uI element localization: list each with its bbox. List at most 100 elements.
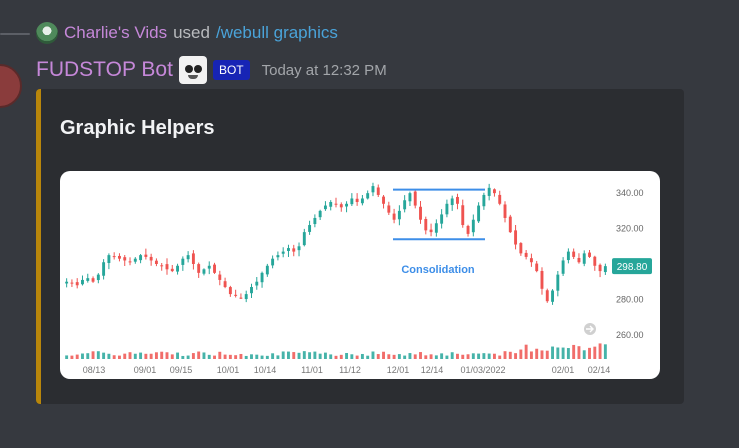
volume-bar (456, 353, 459, 359)
candle-body (582, 253, 586, 264)
candle-body (213, 264, 216, 273)
candle-body (234, 294, 238, 296)
volume-bar (70, 355, 74, 359)
volume-bar (207, 354, 211, 359)
volume-bar (329, 354, 333, 359)
volume-bar (96, 351, 100, 359)
candle-body (403, 200, 407, 210)
candle-body (271, 258, 275, 266)
candle-body (197, 264, 201, 273)
candle-body (434, 223, 438, 233)
candle-body (154, 260, 158, 264)
volume-bar (540, 350, 544, 359)
candle-body (419, 206, 422, 220)
candle-body (96, 274, 100, 281)
volume-bar (118, 355, 121, 359)
last-price-label: 298.80 (617, 262, 648, 273)
volume-bar (223, 354, 227, 359)
reply-connector (0, 33, 30, 35)
volume-bar (176, 352, 180, 359)
candle-body (308, 225, 312, 232)
volume-bar (75, 354, 79, 359)
author-name[interactable]: FUDSTOP Bot (36, 58, 173, 82)
volume-bar (376, 354, 380, 359)
reply-command[interactable]: /webull graphics (216, 23, 338, 43)
y-tick-label: 320.00 (616, 224, 644, 234)
candle-body (593, 256, 597, 266)
volume-bar (107, 353, 111, 359)
candle-body (318, 210, 322, 218)
candle-body (392, 213, 396, 220)
volume-bar (514, 353, 518, 359)
candle-body (102, 262, 106, 276)
x-tick-label: 11/01 (301, 365, 323, 375)
candle-body (223, 281, 227, 288)
volume-bar (424, 355, 428, 359)
candle-body (408, 193, 412, 202)
volume-bar (440, 353, 444, 359)
volume-bar (345, 353, 349, 359)
x-tick-label: 08/13 (83, 365, 106, 375)
volume-bar (466, 354, 470, 359)
volume-bar (413, 354, 417, 359)
candle-body (191, 253, 195, 264)
volume-bar (603, 344, 607, 359)
volume-bar (86, 353, 90, 359)
volume-bar (128, 352, 132, 359)
candle-body (250, 287, 253, 294)
x-tick-label: 11/12 (339, 365, 361, 375)
bot-avatar-icon[interactable] (178, 56, 207, 84)
volume-bar (255, 354, 259, 359)
volume-bar (313, 351, 317, 359)
embed-image[interactable]: 340.00320.00300.00280.00260.0008/1309/01… (60, 171, 660, 379)
volume-bar (360, 353, 364, 359)
volume-bar (461, 354, 465, 359)
candlestick-chart: 340.00320.00300.00280.00260.0008/1309/01… (65, 182, 652, 375)
candle-body (366, 193, 370, 199)
x-tick-label: 10/14 (254, 365, 277, 375)
candle-body (397, 210, 401, 220)
candle-body (461, 205, 465, 226)
candle-body (519, 243, 523, 254)
candle-body (297, 246, 301, 251)
candle-body (376, 187, 380, 195)
volume-bar (91, 351, 95, 359)
candle-body (345, 203, 349, 207)
reply-username[interactable]: Charlie's Vids (64, 23, 167, 43)
volume-bar (302, 351, 306, 359)
volume-bar (149, 353, 153, 359)
candle-body (529, 258, 533, 263)
consolidation-label: Consolidation (401, 264, 475, 276)
volume-bar (371, 351, 375, 359)
candle-body (413, 191, 417, 206)
volume-bar (334, 355, 338, 359)
x-tick-label: 01/03/2022 (460, 365, 505, 375)
candle-body (382, 196, 385, 204)
user-avatar-icon[interactable] (36, 22, 58, 44)
candle-body (181, 258, 185, 265)
volume-bar (397, 354, 401, 359)
candle-body (572, 251, 576, 257)
volume-bar (265, 355, 269, 359)
candle-body (329, 202, 333, 207)
candle-body (540, 270, 544, 289)
candle-body (498, 194, 502, 204)
candle-body (487, 187, 491, 196)
candle-body (603, 266, 607, 273)
candle-body (477, 205, 481, 222)
candle-body (128, 261, 132, 263)
volume-bar (281, 351, 285, 359)
candle-body (387, 205, 391, 213)
volume-bar (524, 344, 528, 359)
volume-bar (392, 354, 396, 359)
volume-bar (588, 347, 591, 359)
author-avatar[interactable] (0, 64, 22, 108)
reply-reference[interactable]: Charlie's Vids used /webull graphics (36, 22, 338, 44)
candle-body (118, 255, 121, 259)
candle-body (276, 255, 280, 258)
candle-body (244, 294, 248, 300)
volume-bar (123, 353, 127, 359)
volume-bar (519, 349, 523, 359)
volume-bar (271, 353, 275, 359)
volume-bar (133, 353, 137, 359)
